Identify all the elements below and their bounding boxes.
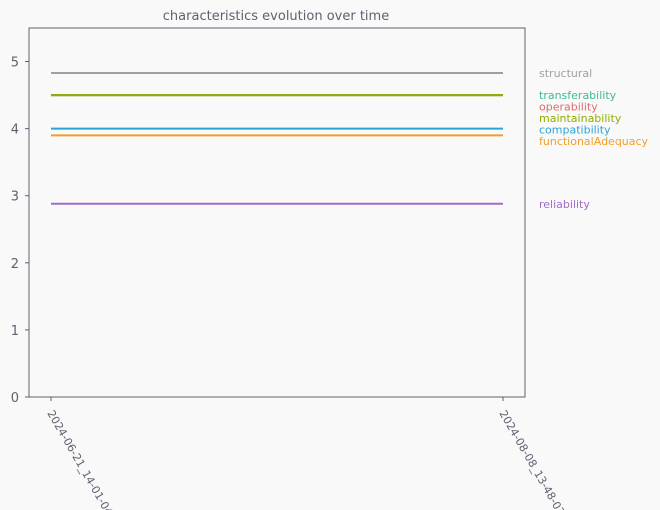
legend-label-structural: structural (539, 67, 592, 80)
plot-frame (28, 27, 526, 398)
y-tick-label: 2 (11, 257, 19, 272)
legend-label-functionalAdequacy: functionalAdequacy (539, 135, 649, 148)
chart-title: characteristics evolution over time (163, 9, 389, 24)
y-tick-label: 0 (11, 391, 19, 406)
y-tick-label: 5 (11, 56, 19, 71)
x-tick-label: 2024-06-21_14-01-04 (44, 408, 115, 510)
y-tick-label: 3 (11, 190, 19, 205)
legend-label-reliability: reliability (539, 198, 590, 211)
chart: characteristics evolution over time 0 1 2 3… (11, 9, 649, 510)
chart-marks: 0 1 2 3 4 5 2024-06-21_14-01-04 2024-08-08_13-4… (11, 56, 649, 510)
x-tick-label: 2024-08-08_13-48-03 (496, 408, 567, 510)
y-tick-label: 4 (11, 123, 19, 138)
y-tick-label: 1 (11, 324, 19, 339)
